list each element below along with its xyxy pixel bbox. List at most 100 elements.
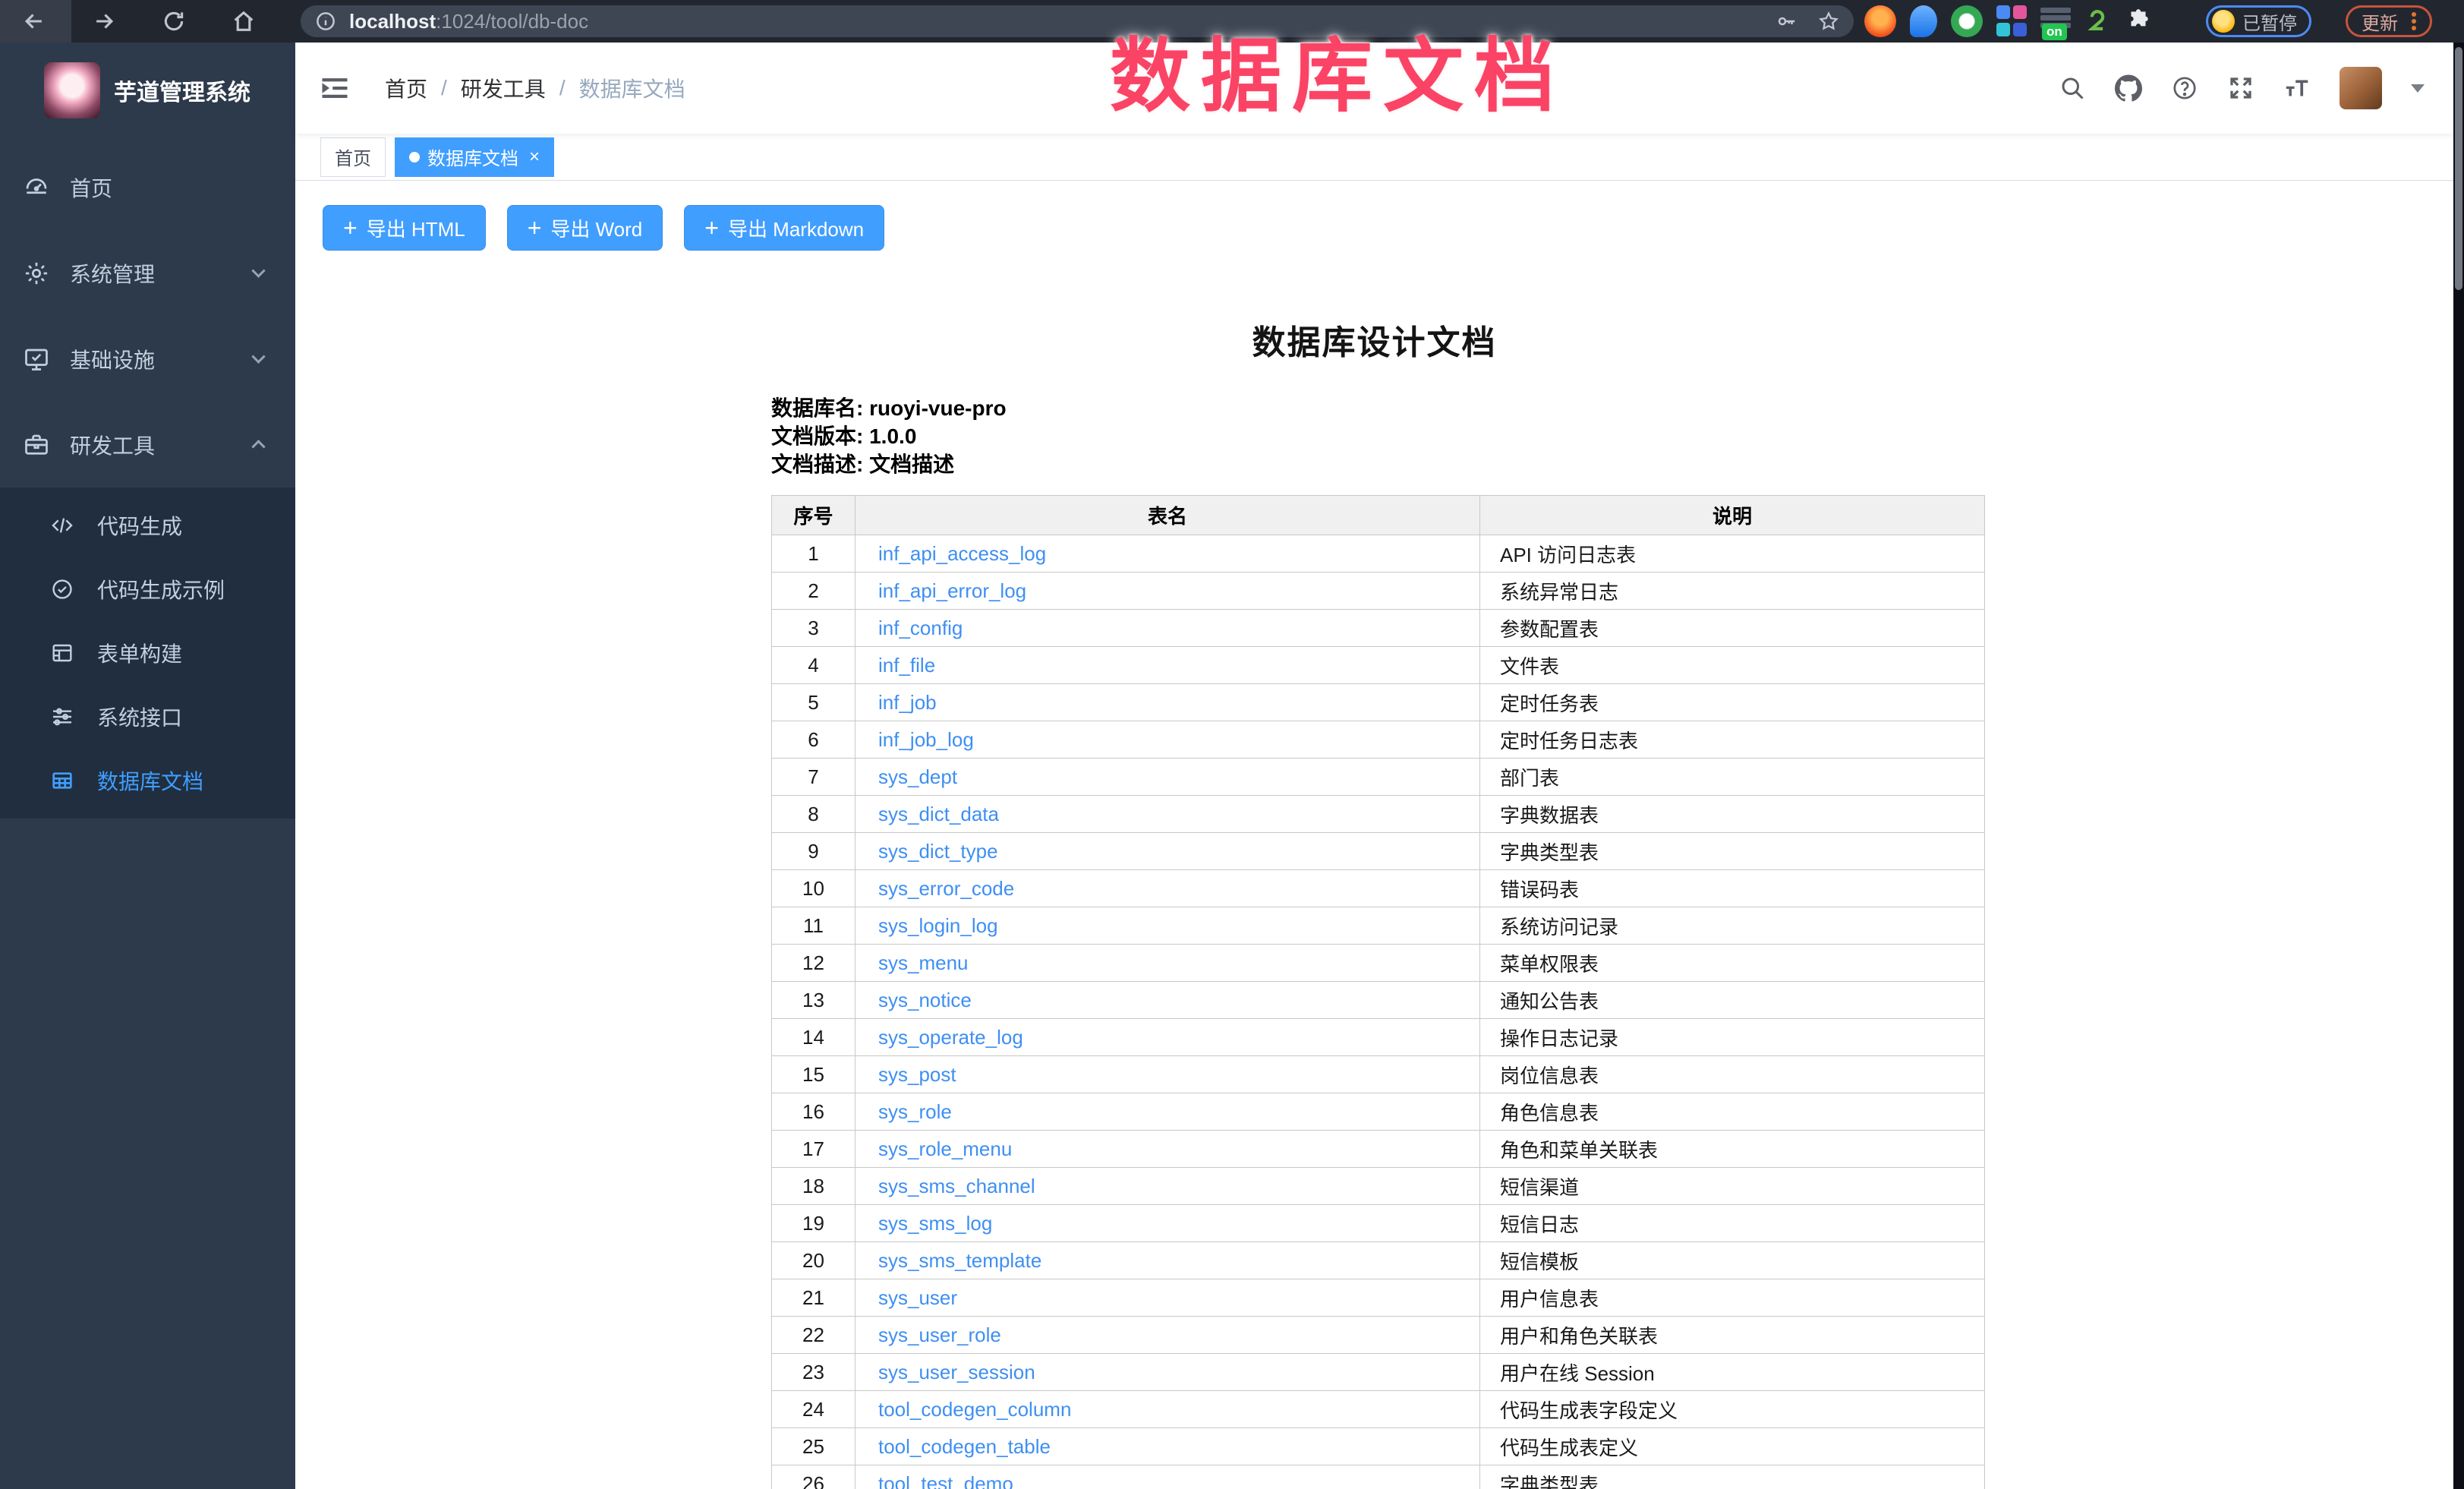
table-row: 5inf_job定时任务表 [772, 684, 1985, 721]
extension-blue-icon[interactable] [1910, 5, 1937, 37]
row-index: 5 [772, 684, 855, 721]
meta-label: 文档描述: [771, 453, 863, 476]
table-link[interactable]: inf_config [878, 617, 963, 639]
export-button[interactable]: +导出 Markdown [684, 205, 884, 251]
bookmark-star-icon[interactable] [1817, 10, 1840, 33]
export-button[interactable]: +导出 HTML [323, 205, 486, 251]
logo-row[interactable]: 芋道管理系统 [0, 43, 295, 118]
github-icon[interactable] [2115, 74, 2142, 102]
sidebar-item-system-api[interactable]: 系统接口 [0, 685, 295, 749]
table-row: 20sys_sms_template短信模板 [772, 1242, 1985, 1279]
table-link[interactable]: sys_error_code [878, 877, 1014, 900]
table-link[interactable]: sys_user [878, 1286, 957, 1309]
sidebar-item-home[interactable]: 首页 [0, 144, 295, 230]
button-label: 导出 Markdown [728, 214, 864, 242]
table-link[interactable]: sys_menu [878, 951, 969, 974]
page-content: +导出 HTML+导出 Word+导出 Markdown 数据库设计文档 数据库… [295, 181, 2453, 1489]
breadcrumb-item[interactable]: 研发工具 [461, 73, 546, 103]
meta-value: 1.0.0 [869, 424, 916, 448]
doc-meta-line: 数据库名: ruoyi-vue-pro [771, 394, 2453, 422]
table-link[interactable]: tool_codegen_table [878, 1435, 1051, 1458]
table-link[interactable]: inf_api_access_log [878, 542, 1046, 565]
forward-icon[interactable] [91, 8, 117, 34]
row-index: 22 [772, 1317, 855, 1354]
tab-active[interactable]: 数据库文档× [395, 137, 554, 177]
reload-icon[interactable] [161, 8, 187, 34]
table-link[interactable]: inf_job [878, 691, 937, 714]
row-desc: 角色信息表 [1480, 1093, 1985, 1131]
home-icon[interactable] [231, 8, 257, 34]
table-link[interactable]: sys_sms_log [878, 1212, 992, 1235]
extension-two-icon[interactable] [2084, 7, 2110, 36]
table-link[interactable]: sys_sms_template [878, 1249, 1041, 1272]
table-link[interactable]: sys_role_menu [878, 1137, 1012, 1160]
sidebar-submenu: 代码生成代码生成示例表单构建系统接口数据库文档 [0, 487, 295, 819]
table-link[interactable]: inf_file [878, 654, 935, 677]
sidebar-item-infra[interactable]: 基础设施 [0, 316, 295, 402]
table-link[interactable]: sys_role [878, 1100, 952, 1123]
sidebar-item-label: 数据库文档 [97, 765, 203, 796]
table-link[interactable]: sys_dict_data [878, 803, 999, 825]
address-bar[interactable]: localhost:1024/tool/db-doc [301, 5, 1854, 37]
doc-meta-line: 文档描述: 文档描述 [771, 450, 2453, 478]
table-link[interactable]: inf_job_log [878, 728, 974, 751]
row-desc: 短信日志 [1480, 1205, 1985, 1242]
sidebar-toggle-icon[interactable] [318, 71, 351, 105]
export-button[interactable]: +导出 Word [507, 205, 663, 251]
table-row: 10sys_error_code错误码表 [772, 870, 1985, 907]
table-link[interactable]: sys_operate_log [878, 1026, 1023, 1049]
sidebar-item-form-builder[interactable]: 表单构建 [0, 621, 295, 685]
browser-menu-icon[interactable] [2412, 19, 2416, 24]
scrollbar-track[interactable] [2453, 43, 2464, 1489]
table-link[interactable]: tool_codegen_column [878, 1398, 1071, 1421]
table-link[interactable]: sys_notice [878, 989, 972, 1011]
extension-red-icon[interactable] [1864, 5, 1896, 37]
profile-paused-pill[interactable]: 已暂停 [2206, 5, 2311, 37]
table-link[interactable]: sys_dept [878, 765, 957, 788]
tags-bar: 首页数据库文档× [295, 134, 2453, 181]
back-icon[interactable] [21, 8, 47, 34]
sidebar-item-codegen-demo[interactable]: 代码生成示例 [0, 557, 295, 621]
row-index: 13 [772, 982, 855, 1019]
row-desc: 用户在线 Session [1480, 1354, 1985, 1391]
table-link[interactable]: sys_dict_type [878, 840, 998, 863]
extensions-puzzle-icon[interactable] [2124, 7, 2153, 36]
search-icon[interactable] [2059, 74, 2086, 102]
user-avatar[interactable] [2340, 67, 2382, 109]
info-icon[interactable] [314, 10, 337, 33]
table-row: 8sys_dict_data字典数据表 [772, 796, 1985, 833]
tab-item[interactable]: 首页 [320, 137, 386, 177]
table-link[interactable]: tool_test_demo [878, 1472, 1013, 1489]
table-link[interactable]: sys_post [878, 1063, 956, 1086]
table-link[interactable]: sys_user_session [878, 1361, 1035, 1383]
table-link[interactable]: sys_user_role [878, 1323, 1001, 1346]
sidebar-item-devtools[interactable]: 研发工具 [0, 402, 295, 487]
form-icon [50, 641, 74, 665]
table-link[interactable]: sys_login_log [878, 914, 998, 937]
sidebar-item-label: 表单构建 [97, 638, 182, 668]
table-icon [50, 768, 74, 793]
fullscreen-icon[interactable] [2227, 74, 2254, 102]
sidebar-item-system[interactable]: 系统管理 [0, 230, 295, 316]
row-index: 9 [772, 833, 855, 870]
font-size-icon[interactable] [2283, 74, 2311, 102]
extension-stack-icon[interactable]: on [2040, 5, 2071, 37]
breadcrumb-item[interactable]: 首页 [385, 73, 427, 103]
scrollbar-thumb[interactable] [2455, 47, 2462, 290]
extension-green-icon[interactable] [1951, 5, 1983, 37]
chevron-down-icon[interactable] [2411, 84, 2425, 93]
row-desc: 参数配置表 [1480, 610, 1985, 647]
table-link[interactable]: inf_api_error_log [878, 579, 1026, 602]
row-desc: 代码生成表字段定义 [1480, 1391, 1985, 1428]
table-row: 4inf_file文件表 [772, 647, 1985, 684]
help-icon[interactable] [2171, 74, 2198, 102]
extension-grid-icon[interactable] [1996, 5, 2027, 37]
key-icon[interactable] [1775, 10, 1798, 33]
table-link[interactable]: sys_sms_channel [878, 1175, 1035, 1197]
sidebar-item-codegen[interactable]: 代码生成 [0, 494, 295, 557]
tag-close-icon[interactable]: × [529, 148, 540, 166]
plus-icon: + [528, 216, 542, 240]
update-button[interactable]: 更新 [2346, 5, 2432, 37]
sidebar-item-db-doc[interactable]: 数据库文档 [0, 749, 295, 812]
doc-title: 数据库设计文档 [295, 315, 2453, 364]
